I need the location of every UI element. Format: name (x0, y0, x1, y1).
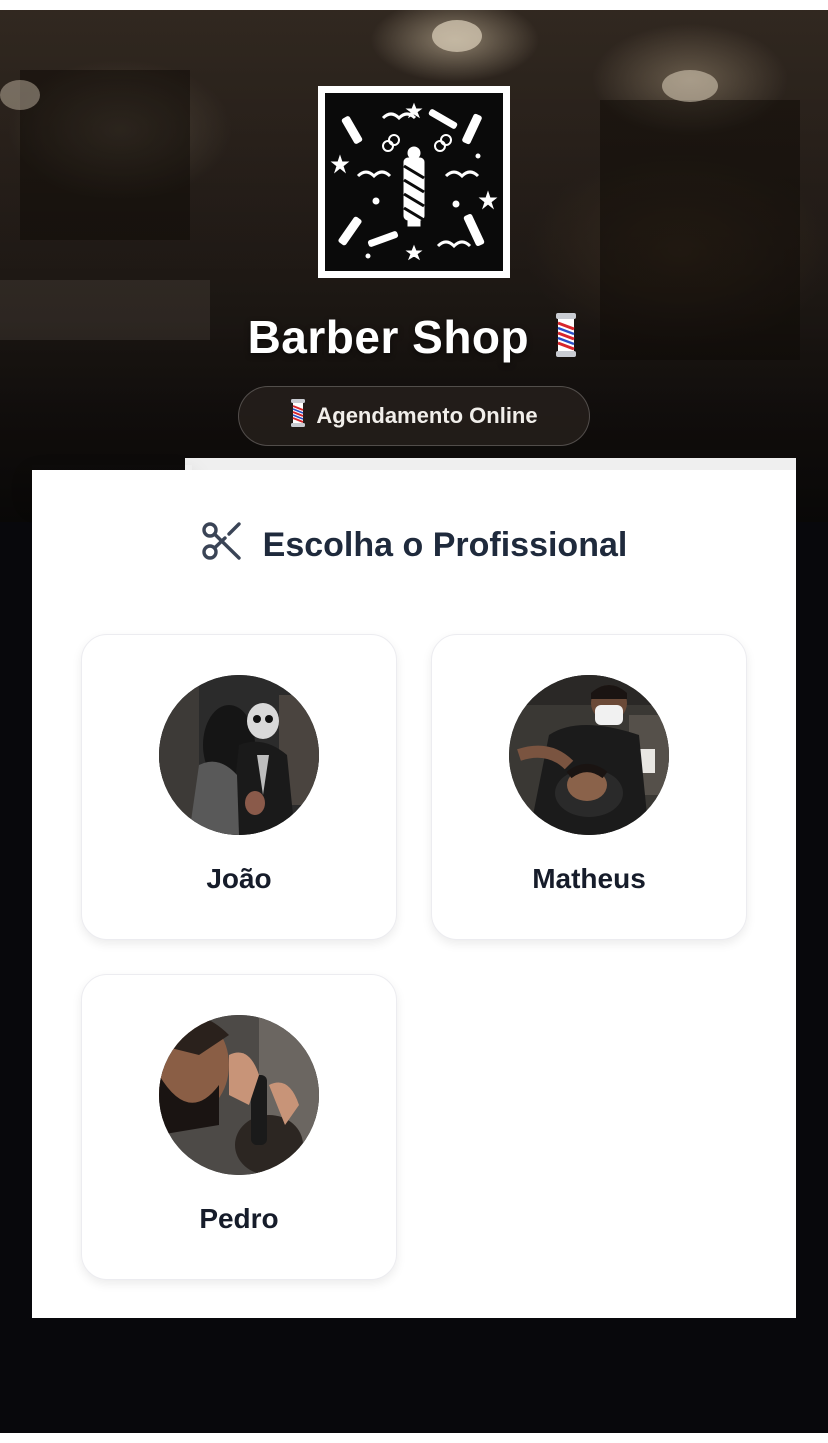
online-booking-badge: Agendamento Online (238, 386, 590, 446)
shop-title: Barber Shop (0, 310, 828, 368)
shop-logo (318, 86, 510, 278)
professional-name: Pedro (199, 1203, 279, 1234)
avatar (159, 675, 319, 835)
professional-name: Matheus (532, 863, 646, 894)
professional-name: João (206, 863, 272, 894)
professional-card-matheus[interactable]: Matheus (431, 634, 747, 940)
avatar (509, 675, 669, 835)
barber-pole-icon (290, 399, 306, 433)
barber-pole-icon (552, 313, 580, 368)
badge-label: Agendamento Online (316, 403, 538, 428)
professional-card-pedro[interactable]: Pedro (81, 974, 397, 1280)
shop-name: Barber Shop (247, 311, 530, 363)
professional-card-joao[interactable]: João (81, 634, 397, 940)
hero-banner: Barber Shop Agendamento Online (0, 10, 828, 522)
barber-pattern-logo-icon (325, 93, 503, 271)
app-screen: Barber Shop Agendamento Online Escolha o… (0, 10, 828, 1433)
section-title: Escolha o Profissional (262, 526, 628, 564)
section-header: Escolha o Profissional (32, 520, 796, 571)
professional-selection-card: Escolha o Profissional João Matheus Pedr… (32, 470, 796, 1318)
avatar (159, 1015, 319, 1175)
scissors-icon (201, 520, 243, 571)
